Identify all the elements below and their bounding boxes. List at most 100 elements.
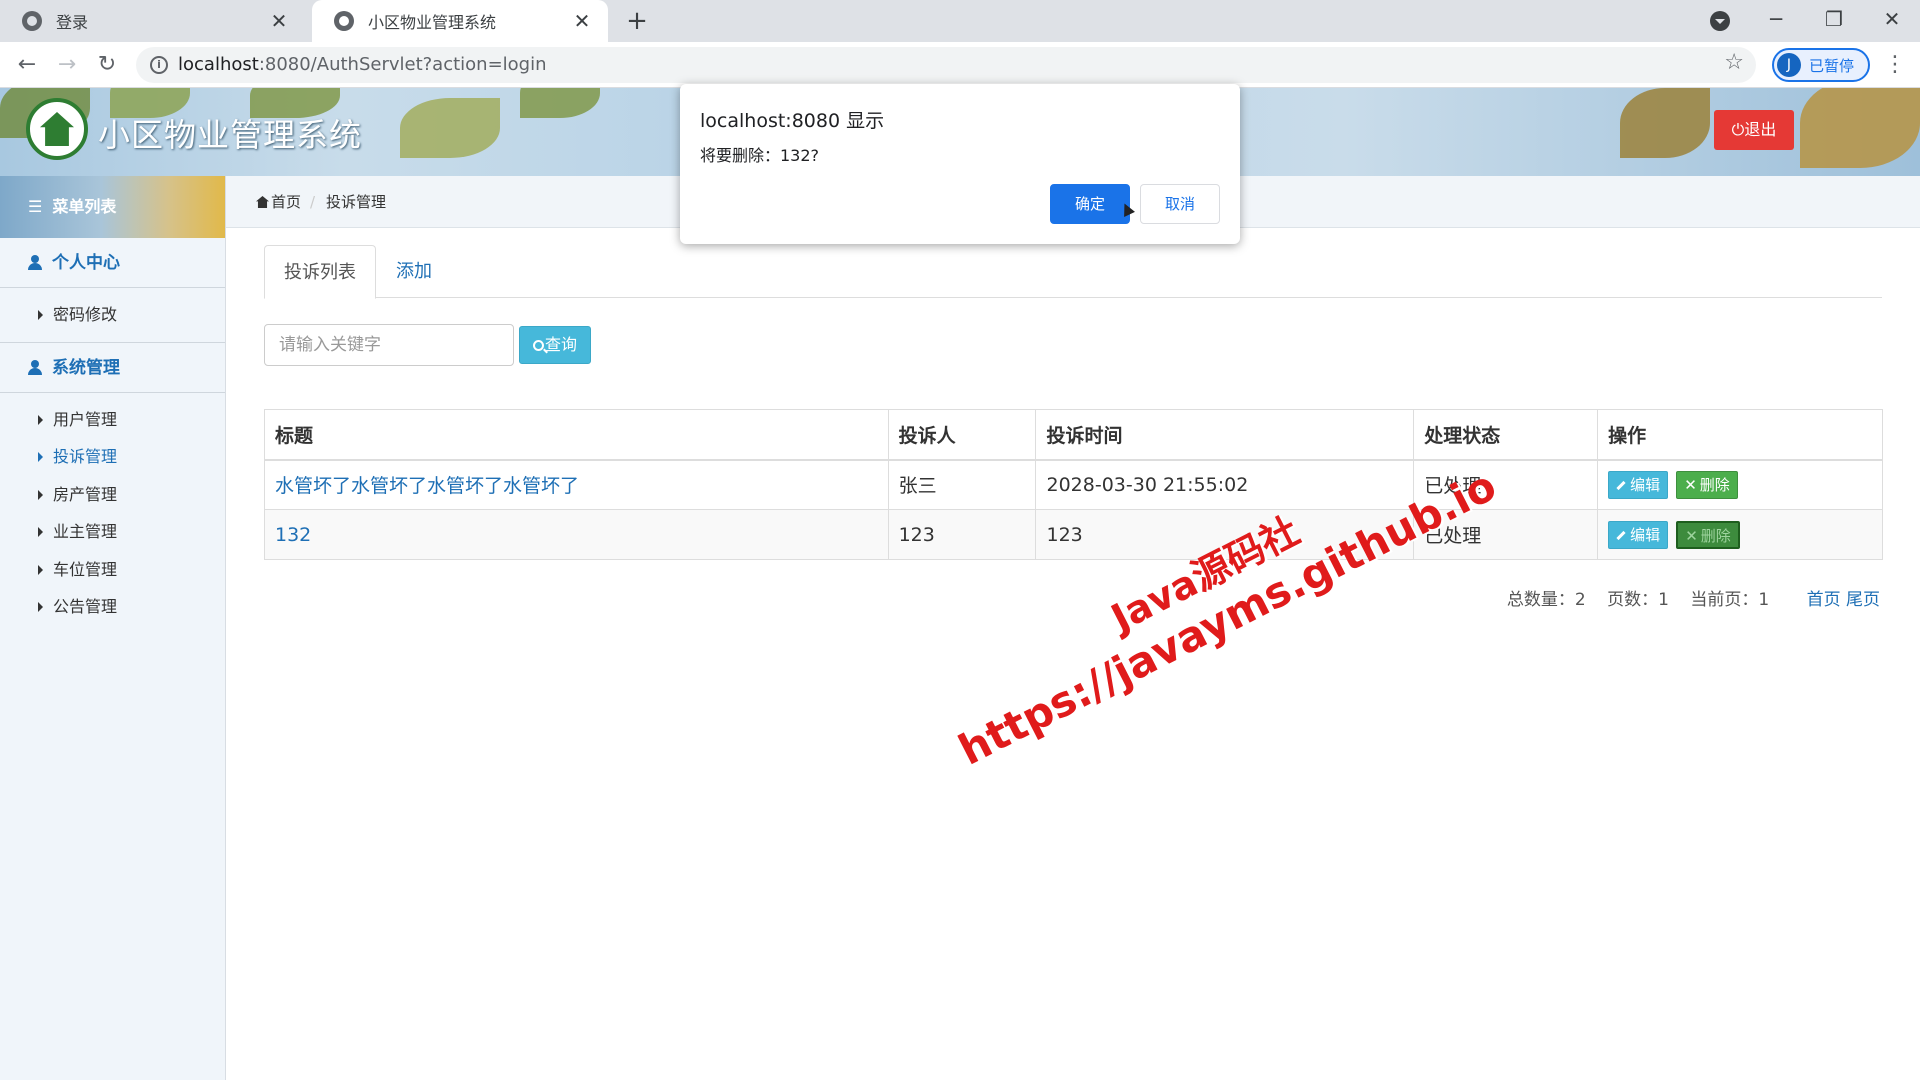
edit-button[interactable]: 编辑 bbox=[1608, 520, 1669, 549]
pager-last-link[interactable]: 尾页 bbox=[1846, 590, 1880, 610]
globe-icon bbox=[22, 11, 42, 31]
close-icon[interactable]: ✕ bbox=[269, 9, 289, 33]
user-icon bbox=[28, 359, 42, 375]
sidebar-item-label: 房产管理 bbox=[53, 484, 118, 504]
pager-pages: 页数：1 bbox=[1607, 590, 1669, 610]
content-tabs: 投诉列表 添加 bbox=[264, 245, 1882, 299]
pager-current: 当前页：1 bbox=[1690, 590, 1770, 610]
avatar: J bbox=[1777, 53, 1801, 77]
browser-tab-login[interactable]: 登录 ✕ bbox=[0, 0, 305, 42]
search-icon bbox=[532, 340, 544, 351]
forward-icon[interactable]: → bbox=[52, 50, 82, 80]
pencil-icon bbox=[1616, 530, 1626, 540]
new-tab-button[interactable]: + bbox=[622, 6, 652, 36]
sidebar-item-owners[interactable]: 业主管理 bbox=[0, 513, 225, 551]
complaint-title-link[interactable]: 水管坏了水管坏了水管坏了水管坏了 bbox=[264, 459, 889, 510]
logo bbox=[26, 98, 88, 160]
complaint-table: 标题 投诉人 投诉时间 处理状态 操作 水管坏了水管坏了水管坏了水管坏了 张三 … bbox=[264, 409, 1883, 560]
column-header: 操作 bbox=[1597, 409, 1883, 461]
table-row: 水管坏了水管坏了水管坏了水管坏了 张三 2028-03-30 21:55:02 … bbox=[264, 459, 1883, 510]
dialog-message: 将要删除：132? bbox=[700, 146, 820, 165]
leaf-decoration bbox=[520, 88, 600, 118]
profile-button[interactable]: J 已暂停 bbox=[1772, 48, 1870, 82]
close-icon[interactable]: ✕ bbox=[572, 9, 592, 33]
sidebar-group-personal[interactable]: 个人中心 bbox=[0, 238, 225, 288]
sidebar-item-users[interactable]: 用户管理 bbox=[0, 401, 225, 439]
info-icon[interactable]: i bbox=[150, 56, 168, 74]
confirm-cancel-button[interactable]: 取消 bbox=[1140, 184, 1220, 224]
actions-cell: 编辑 ✕ 删除 bbox=[1597, 459, 1883, 510]
sidebar-item-complaints[interactable]: 投诉管理 bbox=[0, 438, 225, 476]
delete-button[interactable]: ✕ 删除 bbox=[1676, 470, 1738, 499]
menu-title: 菜单列表 bbox=[52, 197, 117, 216]
column-header: 投诉人 bbox=[887, 409, 1037, 461]
confirm-dialog: localhost:8080 显示 将要删除：132? 确定 取消 bbox=[680, 84, 1240, 244]
actions-cell: 编辑 ✕ 删除 bbox=[1597, 509, 1883, 560]
leaf-decoration bbox=[1620, 88, 1710, 158]
bookmark-star-icon[interactable]: ☆ bbox=[1724, 50, 1744, 75]
column-header: 投诉时间 bbox=[1035, 409, 1415, 461]
table-header-row: 标题 投诉人 投诉时间 处理状态 操作 bbox=[264, 409, 1883, 461]
home-icon bbox=[256, 196, 269, 208]
sidebar-group-label: 个人中心 bbox=[52, 253, 120, 273]
list-icon: ☰ bbox=[28, 197, 43, 216]
menu-header: ☰ 菜单列表 bbox=[0, 176, 225, 238]
sidebar-group-label: 系统管理 bbox=[52, 357, 120, 378]
tab-search-icon[interactable] bbox=[1710, 11, 1730, 31]
tab-complaint-list[interactable]: 投诉列表 bbox=[264, 245, 376, 299]
sidebar-item-label: 业主管理 bbox=[53, 522, 118, 541]
menu-kebab-icon[interactable]: ⋮ bbox=[1884, 50, 1906, 80]
globe-icon bbox=[334, 11, 354, 31]
breadcrumb-home[interactable]: 首页 bbox=[256, 176, 301, 228]
search-button[interactable]: 查询 bbox=[519, 326, 591, 364]
sidebar-item-notices[interactable]: 公告管理 bbox=[0, 588, 225, 626]
user-icon bbox=[28, 255, 42, 270]
reload-icon[interactable]: ↻ bbox=[92, 50, 122, 80]
edit-button[interactable]: 编辑 bbox=[1608, 470, 1669, 499]
tab-add[interactable]: 添加 bbox=[377, 245, 451, 298]
complainant-cell: 123 bbox=[887, 509, 1037, 560]
browser-tab-app[interactable]: 小区物业管理系统 ✕ bbox=[312, 0, 608, 42]
sidebar-item-parking[interactable]: 车位管理 bbox=[0, 551, 225, 589]
leaf-decoration bbox=[400, 98, 500, 158]
breadcrumb-separator: / bbox=[310, 193, 316, 211]
sidebar-item-password[interactable]: 密码修改 bbox=[0, 296, 225, 334]
search-input[interactable] bbox=[264, 324, 514, 366]
delete-button[interactable]: ✕ 删除 bbox=[1676, 520, 1740, 549]
address-bar: ← → ↻ i localhost:8080/AuthServlet?actio… bbox=[0, 42, 1920, 88]
complainant-cell: 张三 bbox=[887, 459, 1037, 510]
close-icon: ✕ bbox=[1684, 475, 1697, 494]
complaint-title-link[interactable]: 132 bbox=[264, 509, 889, 560]
breadcrumb-current: 投诉管理 bbox=[326, 193, 387, 211]
back-icon[interactable]: ← bbox=[12, 50, 42, 80]
profile-status: 已暂停 bbox=[1809, 56, 1855, 75]
site-title: 小区物业管理系统 bbox=[98, 116, 363, 154]
close-icon: ✕ bbox=[1685, 526, 1698, 545]
house-icon bbox=[40, 112, 74, 146]
sidebar-submenu-system: 用户管理 投诉管理 房产管理 业主管理 车位管理 公告管理 bbox=[0, 393, 225, 634]
sidebar-item-label: 投诉管理 bbox=[53, 447, 118, 466]
pencil-icon bbox=[1616, 480, 1626, 490]
browser-tab-bar: 登录 ✕ 小区物业管理系统 ✕ + ─ ❐ ✕ bbox=[0, 0, 1920, 42]
pager-first-link[interactable]: 首页 bbox=[1807, 590, 1841, 610]
dialog-title: localhost:8080 显示 bbox=[700, 110, 885, 132]
sidebar-group-system[interactable]: 系统管理 bbox=[0, 343, 225, 393]
sidebar-submenu-personal: 密码修改 bbox=[0, 288, 225, 343]
leaf-decoration bbox=[1800, 88, 1920, 168]
column-header: 标题 bbox=[264, 409, 889, 461]
sidebar-item-label: 车位管理 bbox=[53, 559, 118, 579]
logout-button[interactable]: ⏻退出 bbox=[1714, 110, 1794, 150]
sidebar-item-label: 公告管理 bbox=[53, 597, 118, 616]
confirm-ok-button[interactable]: 确定 bbox=[1050, 184, 1130, 224]
url-text: localhost:8080/AuthServlet?action=login bbox=[178, 54, 547, 75]
sidebar-item-label: 用户管理 bbox=[53, 409, 118, 429]
tab-title: 小区物业管理系统 bbox=[368, 13, 497, 32]
restore-icon[interactable]: ❐ bbox=[1814, 4, 1854, 34]
minimize-icon[interactable]: ─ bbox=[1756, 4, 1796, 34]
omnibox[interactable]: i localhost:8080/AuthServlet?action=logi… bbox=[136, 47, 1756, 83]
table-row: 132 123 123 已处理 编辑 ✕ 删除 bbox=[264, 509, 1883, 560]
sidebar: ☰ 菜单列表 个人中心 密码修改 系统管理 用户管理 投诉管理 房产管理 业主管理… bbox=[0, 176, 226, 1080]
sidebar-item-property[interactable]: 房产管理 bbox=[0, 476, 225, 514]
window-close-icon[interactable]: ✕ bbox=[1872, 4, 1912, 34]
sidebar-item-label: 密码修改 bbox=[53, 305, 118, 324]
